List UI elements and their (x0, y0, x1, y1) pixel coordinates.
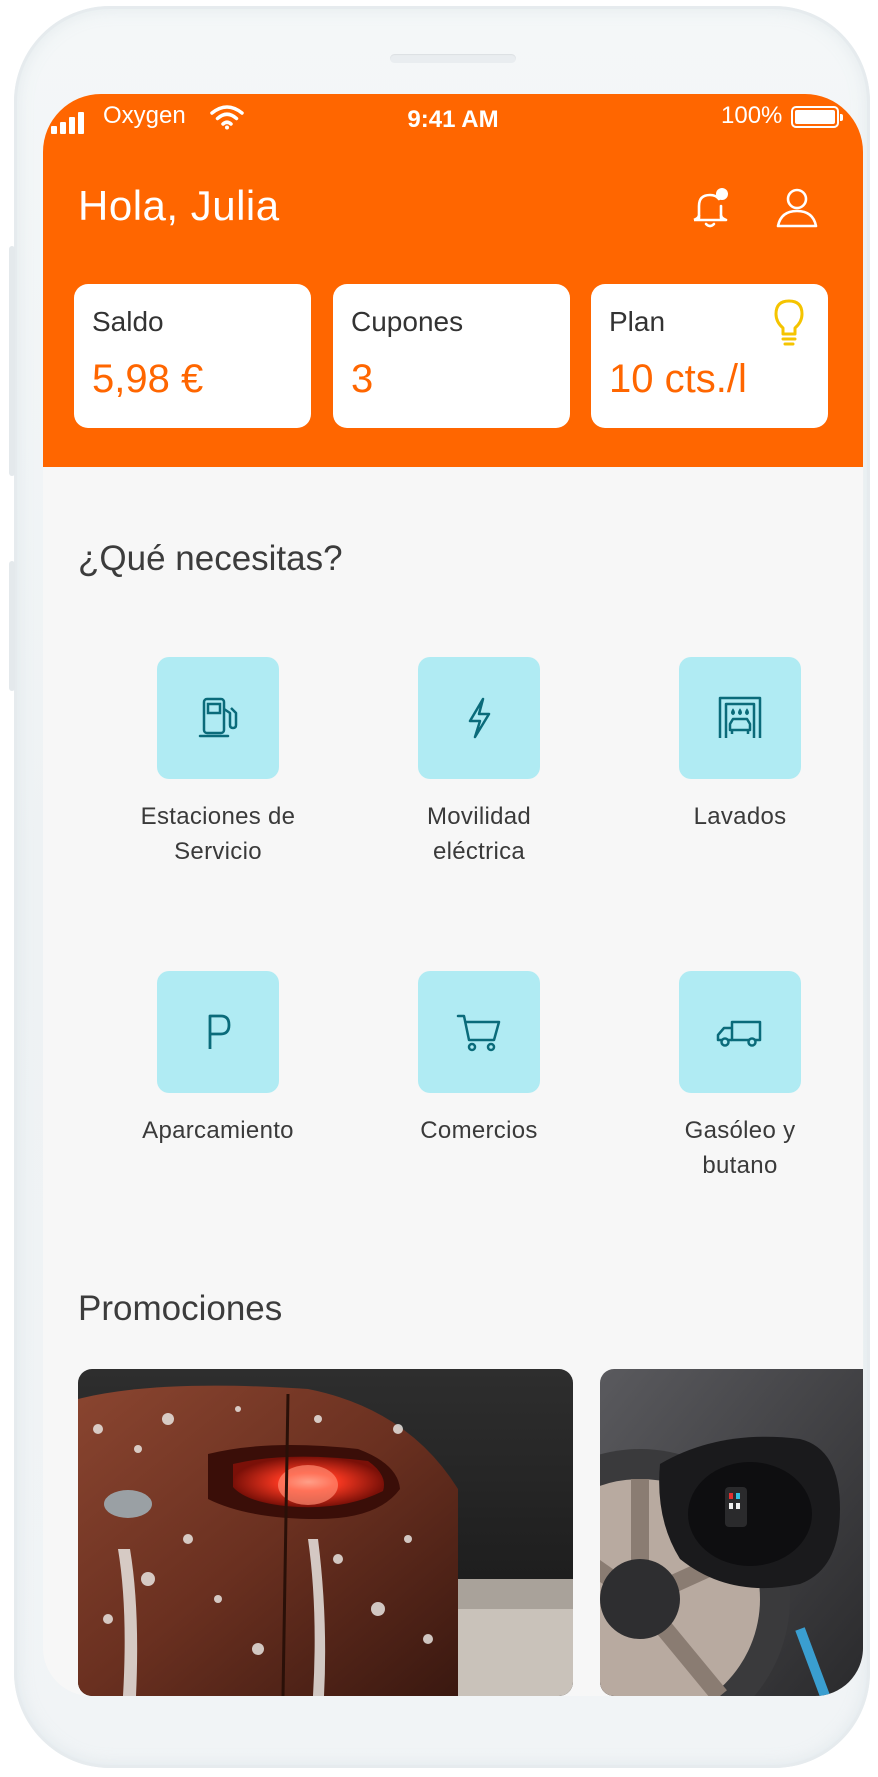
balance-card[interactable]: Saldo 5,98 € (74, 284, 311, 428)
coupons-value: 3 (351, 357, 374, 401)
plan-value: 10 cts./l (609, 357, 747, 401)
car-wash-icon (718, 696, 762, 738)
user-icon[interactable] (773, 184, 821, 232)
parking-icon (208, 1014, 231, 1049)
coupons-label: Cupones (351, 306, 464, 337)
service-tile[interactable] (679, 657, 801, 779)
car-wash-photo (78, 1369, 573, 1696)
cart-icon (456, 1014, 501, 1052)
promo-card-ev-charging[interactable] (600, 1369, 863, 1696)
service-diesel-butane[interactable]: Gasóleo y butano (640, 971, 840, 1183)
header: Oxygen 9:41 AM 100% Hola, Julia Saldo 5,… (43, 94, 863, 467)
service-label: Estaciones de Servicio (140, 803, 296, 865)
coupons-card[interactable]: Cupones 3 (333, 284, 570, 428)
side-button (9, 561, 15, 691)
volume-button (9, 246, 15, 476)
plan-label: Plan (609, 306, 666, 337)
service-label: Aparcamiento (142, 1117, 294, 1144)
earpiece-speaker (390, 54, 516, 63)
battery-percentage: 100% (721, 102, 783, 129)
plan-card[interactable]: Plan 10 cts./l (591, 284, 828, 428)
service-stations[interactable]: Estaciones de Servicio (118, 657, 318, 869)
service-label: Lavados (693, 803, 787, 830)
status-bar: Oxygen 9:41 AM 100% (43, 94, 863, 144)
service-tile[interactable] (418, 657, 540, 779)
lightbulb-icon (774, 299, 804, 346)
ev-charging-photo (600, 1369, 863, 1696)
balance-value: 5,98 € (92, 357, 204, 401)
fuel-pump-icon (198, 697, 238, 738)
battery-icon (791, 106, 843, 128)
service-tile[interactable] (679, 971, 801, 1093)
lightning-icon (468, 697, 491, 739)
promotions-title: Promociones (78, 1289, 283, 1328)
service-ev-mobility[interactable]: Movilidad eléctrica (379, 657, 579, 869)
balance-label: Saldo (92, 306, 164, 337)
bell-icon[interactable] (686, 184, 734, 232)
greeting: Hola, Julia (78, 182, 280, 229)
service-label: Gasóleo y butano (684, 1117, 796, 1179)
service-car-wash[interactable]: Lavados (640, 657, 840, 834)
service-tile[interactable] (157, 971, 279, 1093)
truck-icon (716, 1020, 762, 1047)
services-title: ¿Qué necesitas? (78, 539, 343, 578)
service-shops[interactable]: Comercios (379, 971, 579, 1148)
promo-card-car-wash[interactable] (78, 1369, 573, 1696)
app-screen: Oxygen 9:41 AM 100% Hola, Julia Saldo 5,… (43, 94, 863, 1696)
phone-frame: Oxygen 9:41 AM 100% Hola, Julia Saldo 5,… (9, 6, 870, 1768)
service-label: Comercios (420, 1117, 538, 1144)
service-tile[interactable] (157, 657, 279, 779)
service-label: Movilidad eléctrica (426, 803, 532, 865)
service-parking[interactable]: Aparcamiento (118, 971, 318, 1148)
notification-dot (716, 188, 728, 200)
service-tile[interactable] (418, 971, 540, 1093)
